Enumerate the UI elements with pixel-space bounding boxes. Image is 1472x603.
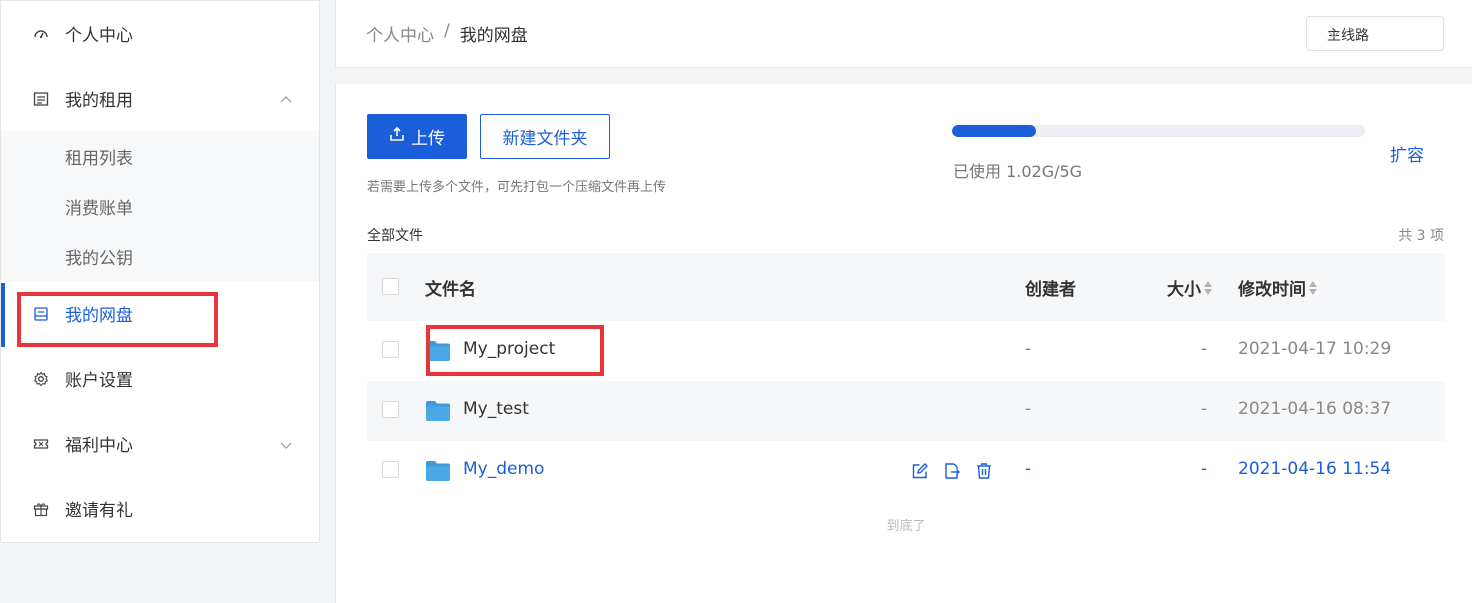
folder-icon xyxy=(426,461,450,481)
trash-icon[interactable] xyxy=(974,461,994,481)
sidebar-subitem-public-keys[interactable]: 我的公钥 xyxy=(1,231,319,281)
sidebar: 个人中心 我的租用 租用列表 消费账单 我的公钥 我的网盘 账户设置 福利中心 xyxy=(0,0,320,543)
sidebar-item-label: 个人中心 xyxy=(65,26,133,46)
sidebar-item-label: 我的租用 xyxy=(65,91,133,111)
server-icon xyxy=(32,90,50,108)
storage-progress-fill xyxy=(952,125,1037,137)
breadcrumb-current: 我的网盘 xyxy=(459,26,528,46)
file-creator: - xyxy=(1025,339,1032,359)
move-icon[interactable] xyxy=(942,461,962,481)
top-header: 个人中心 / 我的网盘 主线路 xyxy=(335,0,1472,68)
gift-icon xyxy=(32,500,50,518)
file-table: 文件名 创建者 大小 修改时间 My_project - - 2021-04-1… xyxy=(367,253,1445,534)
file-size: - xyxy=(1201,339,1208,359)
sidebar-item-label: 邀请有礼 xyxy=(65,501,133,521)
folder-icon xyxy=(426,401,450,421)
gear-icon xyxy=(32,370,50,388)
column-creator: 创建者 xyxy=(1025,280,1076,300)
breadcrumb-separator: / xyxy=(444,21,450,41)
sidebar-item-label: 账户设置 xyxy=(65,371,133,391)
table-header: 文件名 创建者 大小 修改时间 xyxy=(367,253,1445,321)
file-count: 共 3 项 xyxy=(1398,228,1444,244)
row-checkbox[interactable] xyxy=(382,341,399,358)
file-name[interactable]: My_project xyxy=(463,339,555,359)
upload-label: 上传 xyxy=(411,129,445,148)
column-size[interactable]: 大小 xyxy=(1167,275,1213,300)
upload-hint: 若需要上传多个文件，可先打包一个压缩文件再上传 xyxy=(367,180,667,195)
end-of-list-text: 到底了 xyxy=(886,519,926,534)
disk-icon xyxy=(32,305,50,323)
chevron-down-icon xyxy=(1327,27,1429,45)
row-checkbox[interactable] xyxy=(382,461,399,478)
file-mtime: 2021-04-16 08:37 xyxy=(1238,399,1392,419)
edit-icon[interactable] xyxy=(910,461,930,481)
sort-icon[interactable] xyxy=(1308,279,1318,297)
expand-storage-link[interactable]: 扩容 xyxy=(1390,141,1424,166)
upload-icon xyxy=(389,126,405,147)
row-checkbox[interactable] xyxy=(382,401,399,418)
chevron-up-icon xyxy=(279,92,293,106)
storage-usage-text: 已使用 1.02G/5G xyxy=(953,162,1083,181)
route-select[interactable]: 主线路 xyxy=(1306,16,1444,51)
all-files-title: 全部文件 xyxy=(367,228,423,244)
folder-icon xyxy=(426,341,450,361)
sidebar-item-my-disk[interactable]: 我的网盘 xyxy=(1,281,319,346)
table-row[interactable]: My_test - - 2021-04-16 08:37 xyxy=(367,381,1445,441)
file-name[interactable]: My_test xyxy=(463,399,529,419)
file-name[interactable]: My_demo xyxy=(463,459,544,479)
ticket-icon xyxy=(32,435,50,453)
row-actions xyxy=(910,461,994,481)
breadcrumb: 个人中心 / 我的网盘 xyxy=(366,21,528,46)
sidebar-item-my-rental[interactable]: 我的租用 xyxy=(1,66,319,131)
disk-panel: 上传 新建文件夹 若需要上传多个文件，可先打包一个压缩文件再上传 已使用 1.0… xyxy=(335,84,1472,603)
file-creator: - xyxy=(1025,399,1032,419)
file-size: - xyxy=(1201,459,1208,479)
sidebar-item-invite[interactable]: 邀请有礼 xyxy=(1,476,319,541)
upload-button[interactable]: 上传 xyxy=(367,114,467,159)
table-row[interactable]: My_project - - 2021-04-17 10:29 xyxy=(367,321,1445,381)
sidebar-item-welfare-center[interactable]: 福利中心 xyxy=(1,411,319,476)
dashboard-icon xyxy=(32,25,50,43)
sidebar-subitem-bills[interactable]: 消费账单 xyxy=(1,181,319,231)
rental-submenu: 租用列表 消费账单 我的公钥 xyxy=(1,131,319,281)
sidebar-item-account-settings[interactable]: 账户设置 xyxy=(1,346,319,411)
sort-icon[interactable] xyxy=(1203,279,1213,297)
select-all-checkbox[interactable] xyxy=(382,278,399,295)
file-creator: - xyxy=(1025,459,1032,479)
file-size: - xyxy=(1201,399,1208,419)
chevron-down-icon xyxy=(279,437,293,451)
sidebar-item-label: 我的网盘 xyxy=(65,306,133,326)
storage-progress-bar xyxy=(952,125,1365,137)
table-row[interactable]: My_demo - - 2021-04-16 11:54 xyxy=(367,441,1445,501)
file-mtime: 2021-04-16 11:54 xyxy=(1238,459,1392,479)
sidebar-item-label: 福利中心 xyxy=(65,436,133,456)
column-mtime[interactable]: 修改时间 xyxy=(1238,275,1318,300)
sidebar-item-personal-center[interactable]: 个人中心 xyxy=(1,1,319,66)
new-folder-button[interactable]: 新建文件夹 xyxy=(480,114,610,159)
sidebar-subitem-rental-list[interactable]: 租用列表 xyxy=(1,131,319,181)
file-mtime: 2021-04-17 10:29 xyxy=(1238,339,1392,359)
column-name: 文件名 xyxy=(425,280,476,300)
breadcrumb-personal-center[interactable]: 个人中心 xyxy=(366,21,434,46)
